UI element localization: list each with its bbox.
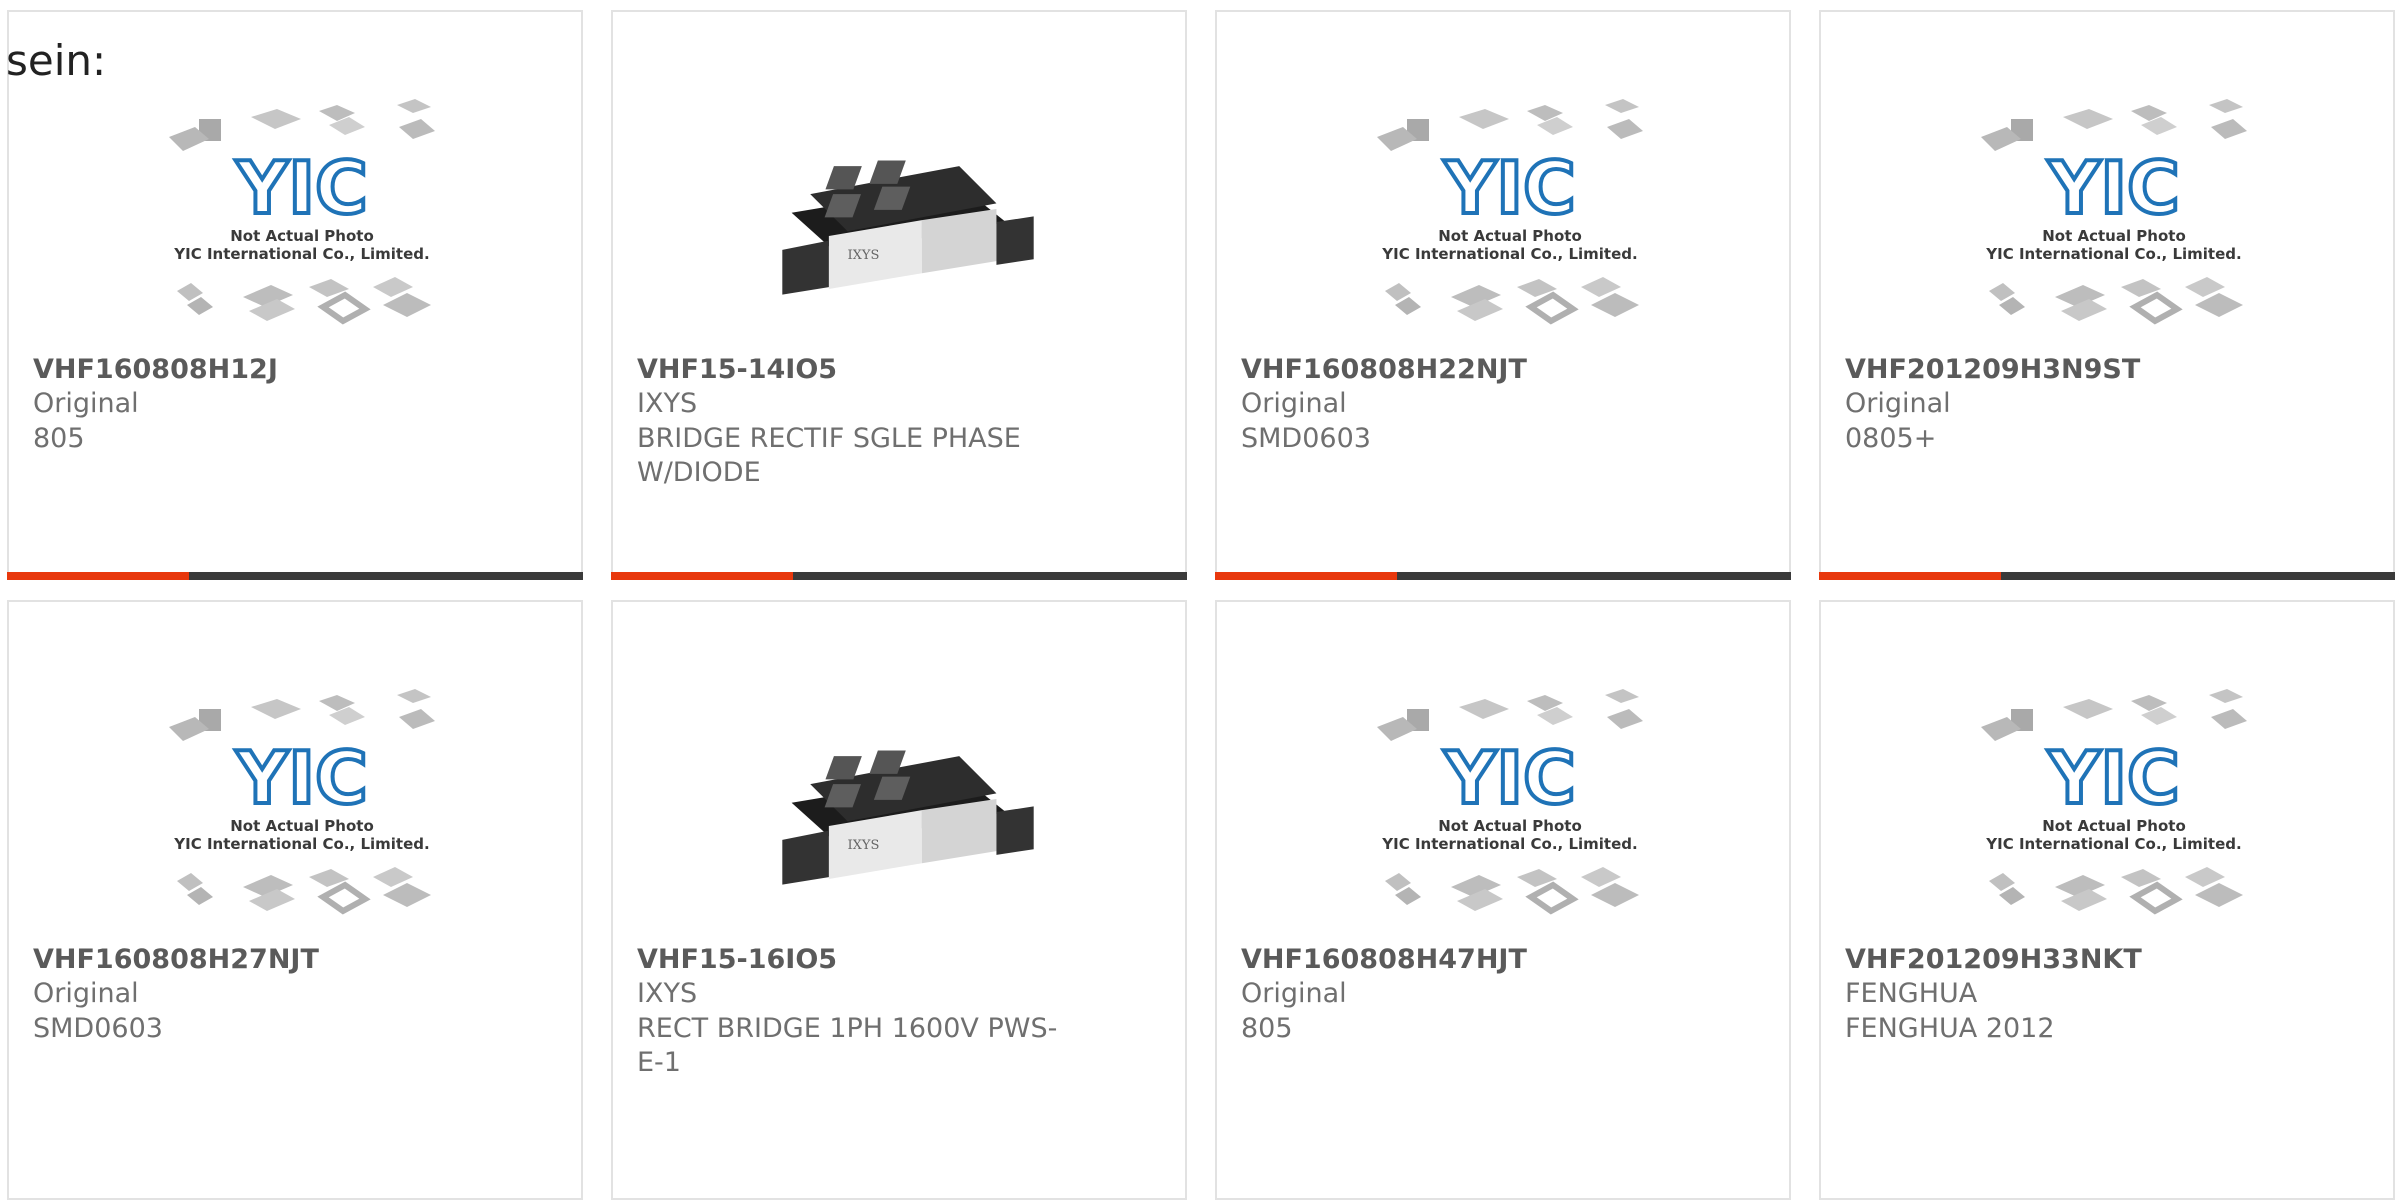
- part-number-link[interactable]: VHF201209H33NKT: [1845, 944, 2365, 975]
- manufacturer: Original: [33, 388, 139, 419]
- description: 805: [1241, 1013, 1293, 1044]
- card-underline: [611, 572, 1187, 580]
- module-photo: [782, 160, 1034, 295]
- card-underline: [1215, 572, 1791, 580]
- part-number-link[interactable]: VHF15-14IO5: [637, 354, 1157, 385]
- placeholder-photo: [169, 97, 439, 347]
- description: 805: [33, 423, 85, 454]
- placeholder-photo: [1377, 97, 1647, 347]
- product-card[interactable]: VHF15-14IO5 IXYS BRIDGE RECTIF SGLE PHAS…: [611, 10, 1187, 580]
- description: SMD0603: [33, 1013, 163, 1044]
- description: FENGHUA 2012: [1845, 1013, 2055, 1044]
- description: BRIDGE RECTIF SGLE PHASE W/DIODE: [637, 423, 1021, 488]
- product-card[interactable]: VHF160808H12J Original 805: [7, 10, 583, 580]
- product-card[interactable]: VHF201209H3N9ST Original 0805+: [1819, 10, 2395, 580]
- manufacturer: FENGHUA: [1845, 978, 1978, 1009]
- product-card[interactable]: VHF160808H27NJT Original SMD0603: [7, 600, 583, 1200]
- description: 0805+: [1845, 423, 1937, 454]
- manufacturer: Original: [33, 978, 139, 1009]
- description: RECT BRIDGE 1PH 1600V PWS-E-1: [637, 1013, 1058, 1078]
- manufacturer: Original: [1845, 388, 1951, 419]
- part-number-link[interactable]: VHF160808H47HJT: [1241, 944, 1761, 975]
- product-card[interactable]: VHF15-16IO5 IXYS RECT BRIDGE 1PH 1600V P…: [611, 600, 1187, 1200]
- manufacturer: IXYS: [637, 388, 698, 419]
- part-number-link[interactable]: VHF15-16IO5: [637, 944, 1157, 975]
- module-photo: [782, 750, 1034, 885]
- placeholder-photo: [1981, 97, 2251, 347]
- manufacturer: Original: [1241, 978, 1347, 1009]
- part-number-link[interactable]: VHF160808H22NJT: [1241, 354, 1761, 385]
- product-card[interactable]: VHF160808H22NJT Original SMD0603: [1215, 10, 1791, 580]
- placeholder-photo: [1377, 687, 1647, 937]
- placeholder-photo: [169, 687, 439, 937]
- intro-text: sein:: [6, 36, 107, 85]
- card-underline: [7, 572, 583, 580]
- description: SMD0603: [1241, 423, 1371, 454]
- card-underline: [1819, 572, 2395, 580]
- part-number-link[interactable]: VHF201209H3N9ST: [1845, 354, 2365, 385]
- product-card[interactable]: VHF160808H47HJT Original 805: [1215, 600, 1791, 1200]
- placeholder-photo: [1981, 687, 2251, 937]
- product-card[interactable]: VHF201209H33NKT FENGHUA FENGHUA 2012: [1819, 600, 2395, 1200]
- part-number-link[interactable]: VHF160808H27NJT: [33, 944, 553, 975]
- manufacturer: Original: [1241, 388, 1347, 419]
- manufacturer: IXYS: [637, 978, 698, 1009]
- part-number-link[interactable]: VHF160808H12J: [33, 354, 553, 385]
